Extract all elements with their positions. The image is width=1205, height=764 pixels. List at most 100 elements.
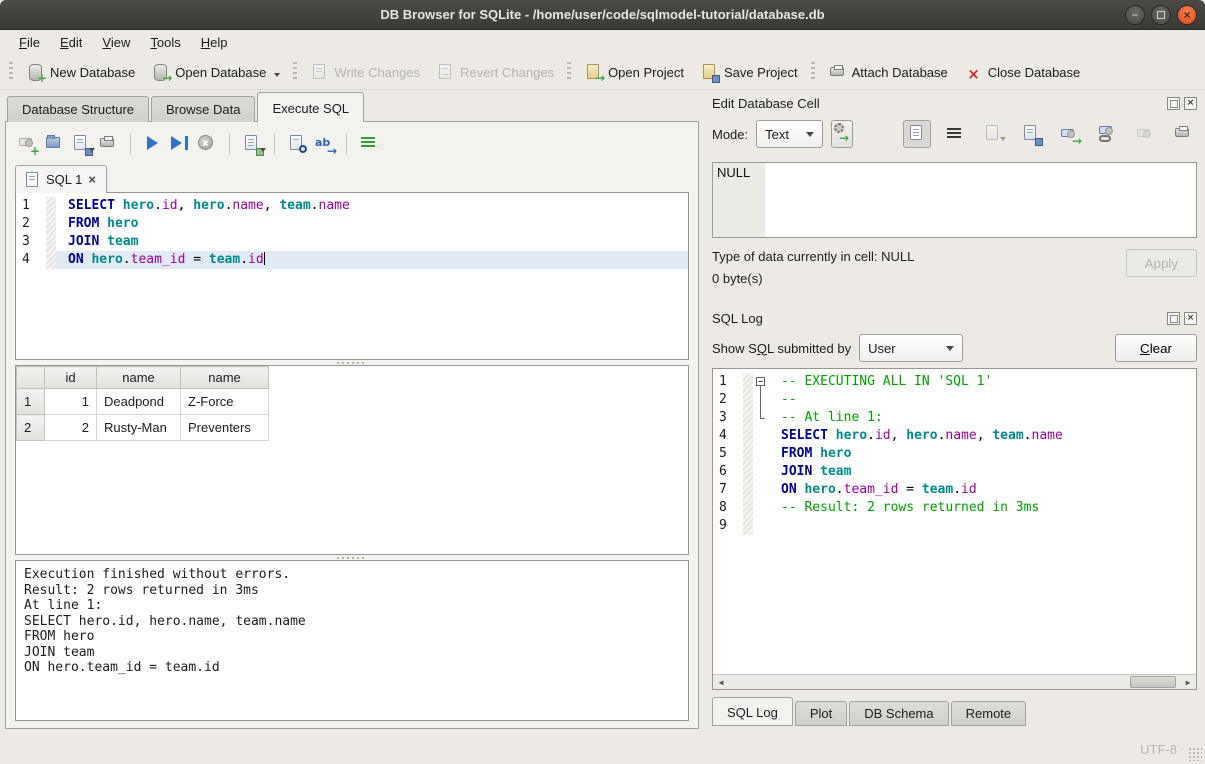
code-text[interactable]: FROM hero xyxy=(769,445,1196,463)
toolbar-grip[interactable] xyxy=(293,62,297,82)
sql-editor[interactable]: 1SELECT hero.id, hero.name, team.name2FR… xyxy=(15,192,689,360)
print-cell-icon[interactable] xyxy=(1169,120,1197,148)
code-line[interactable]: 4ON hero.team_id = team.id xyxy=(16,251,688,269)
code-text[interactable]: ON hero.team_id = team.id xyxy=(56,251,688,269)
scroll-left-icon[interactable]: ◀ xyxy=(713,675,729,690)
menu-edit[interactable]: Edit xyxy=(51,32,91,53)
resize-grip[interactable] xyxy=(1188,747,1202,761)
code-text[interactable]: JOIN team xyxy=(769,463,1196,481)
code-line[interactable]: 2-- xyxy=(713,391,1196,409)
code-line[interactable]: 2FROM hero xyxy=(16,215,688,233)
code-line[interactable]: 3-- At line 1: xyxy=(713,409,1196,427)
float-dock-icon[interactable] xyxy=(1167,312,1180,325)
code-text[interactable]: -- EXECUTING ALL IN 'SQL 1' xyxy=(769,373,1196,391)
tab-sql-log[interactable]: SQL Log xyxy=(712,697,793,726)
close-sql-tab-icon[interactable]: × xyxy=(88,172,96,187)
code-text[interactable]: JOIN team xyxy=(56,233,688,251)
edit-cell-dock-title[interactable]: Edit Database Cell × xyxy=(712,92,1197,114)
apply-mode-button[interactable]: → xyxy=(831,120,853,148)
code-text[interactable]: -- xyxy=(769,391,1196,409)
save-project-button[interactable]: Save Project xyxy=(692,59,806,85)
table-cell[interactable]: 2 xyxy=(45,415,97,441)
horizontal-scrollbar[interactable]: ◀ ▶ xyxy=(713,674,1196,689)
table-cell[interactable]: Rusty-Man xyxy=(97,415,181,441)
close-button[interactable]: × xyxy=(1177,5,1197,25)
tab-plot[interactable]: Plot xyxy=(795,701,847,726)
column-header[interactable]: name xyxy=(97,367,181,389)
save-results-icon[interactable] xyxy=(242,134,262,154)
toolbar-grip[interactable] xyxy=(567,62,571,82)
mode-combobox[interactable]: Text xyxy=(756,120,823,148)
export-cell-icon[interactable] xyxy=(1017,120,1045,148)
sql-log-view[interactable]: 1−-- EXECUTING ALL IN 'SQL 1'2--3-- At l… xyxy=(712,368,1197,690)
code-text[interactable]: -- Result: 2 rows returned in 3ms xyxy=(769,499,1196,517)
code-line[interactable]: 6JOIN team xyxy=(713,463,1196,481)
code-line[interactable]: 4SELECT hero.id, hero.name, team.name xyxy=(713,427,1196,445)
minimize-button[interactable]: − xyxy=(1125,5,1145,25)
open-database-button[interactable]: → Open Database xyxy=(143,59,288,85)
execute-all-icon[interactable] xyxy=(143,134,163,154)
new-database-button[interactable]: + New Database xyxy=(18,59,143,85)
tab-browse-data[interactable]: Browse Data xyxy=(151,96,255,122)
auto-format-icon[interactable] xyxy=(359,134,379,154)
close-dock-icon[interactable]: × xyxy=(1184,97,1197,110)
tab-remote[interactable]: Remote xyxy=(951,701,1027,726)
code-text[interactable]: FROM hero xyxy=(56,215,688,233)
save-sql-file-icon[interactable] xyxy=(71,134,91,154)
maximize-button[interactable] xyxy=(1151,5,1171,25)
open-project-button[interactable]: → Open Project xyxy=(576,59,692,85)
code-text[interactable]: -- At line 1: xyxy=(769,409,1196,427)
code-line[interactable]: 8-- Result: 2 rows returned in 3ms xyxy=(713,499,1196,517)
link-cell-icon[interactable] xyxy=(1093,120,1121,148)
cell-value-editor[interactable]: NULL xyxy=(712,162,1197,238)
sql-document-tab[interactable]: SQL 1 × xyxy=(15,165,107,193)
close-dock-icon[interactable]: × xyxy=(1184,312,1197,325)
column-header[interactable]: id xyxy=(45,367,97,389)
scroll-right-icon[interactable]: ▶ xyxy=(1180,675,1196,690)
table-cell[interactable]: Deadpond xyxy=(97,389,181,415)
code-line[interactable]: 3JOIN team xyxy=(16,233,688,251)
row-header[interactable]: 1 xyxy=(17,389,45,415)
toolbar-grip[interactable] xyxy=(811,62,815,82)
execution-message[interactable]: Execution finished without errors.Result… xyxy=(15,560,689,721)
menu-view[interactable]: View xyxy=(93,32,139,53)
code-line[interactable]: 7ON hero.team_id = team.id xyxy=(713,481,1196,499)
code-text[interactable]: ON hero.team_id = team.id xyxy=(769,481,1196,499)
table-cell[interactable]: Preventers xyxy=(181,415,269,441)
menu-file[interactable]: File xyxy=(10,32,49,53)
title-bar[interactable]: DB Browser for SQLite - /home/user/code/… xyxy=(0,0,1205,30)
close-database-button[interactable]: × Close Database xyxy=(956,59,1089,85)
menu-help[interactable]: Help xyxy=(192,32,237,53)
code-line[interactable]: 9 xyxy=(713,517,1196,535)
new-sql-tab-icon[interactable]: + xyxy=(17,134,37,154)
clear-log-button[interactable]: Clear xyxy=(1115,334,1197,362)
code-line[interactable]: 1−-- EXECUTING ALL IN 'SQL 1' xyxy=(713,373,1196,391)
sql-log-dock-title[interactable]: SQL Log × xyxy=(712,307,1197,329)
find-in-sql-icon[interactable] xyxy=(287,134,307,154)
attach-database-button[interactable]: Attach Database xyxy=(820,59,956,85)
tab-execute-sql[interactable]: Execute SQL xyxy=(257,92,364,122)
print-sql-icon[interactable] xyxy=(98,134,118,154)
submitter-combobox[interactable]: User xyxy=(859,334,963,362)
column-header[interactable]: name xyxy=(181,367,269,389)
tab-database-structure[interactable]: Database Structure xyxy=(7,96,149,122)
format-case-icon[interactable]: ab→ xyxy=(314,134,334,154)
fold-marker-icon[interactable]: − xyxy=(753,373,769,391)
word-wrap-icon[interactable] xyxy=(941,120,969,148)
code-line[interactable]: 1SELECT hero.id, hero.name, team.name xyxy=(16,197,688,215)
encoding-indicator[interactable]: UTF-8 xyxy=(1140,742,1177,757)
menu-tools[interactable]: Tools xyxy=(141,32,189,53)
code-text[interactable]: SELECT hero.id, hero.name, team.name xyxy=(769,427,1196,445)
code-text[interactable]: SELECT hero.id, hero.name, team.name xyxy=(56,197,688,215)
corner-header[interactable] xyxy=(17,367,45,389)
tab-db-schema[interactable]: DB Schema xyxy=(849,701,948,726)
open-in-external-icon[interactable]: → xyxy=(1055,120,1083,148)
scrollbar-thumb[interactable] xyxy=(1130,676,1176,688)
code-line[interactable]: 5FROM hero xyxy=(713,445,1196,463)
row-header[interactable]: 2 xyxy=(17,415,45,441)
table-cell[interactable]: Z-Force xyxy=(181,389,269,415)
scrollbar-track[interactable] xyxy=(729,675,1180,689)
execute-line-icon[interactable] xyxy=(170,134,190,154)
open-sql-file-icon[interactable] xyxy=(44,134,64,154)
float-dock-icon[interactable] xyxy=(1167,97,1180,110)
